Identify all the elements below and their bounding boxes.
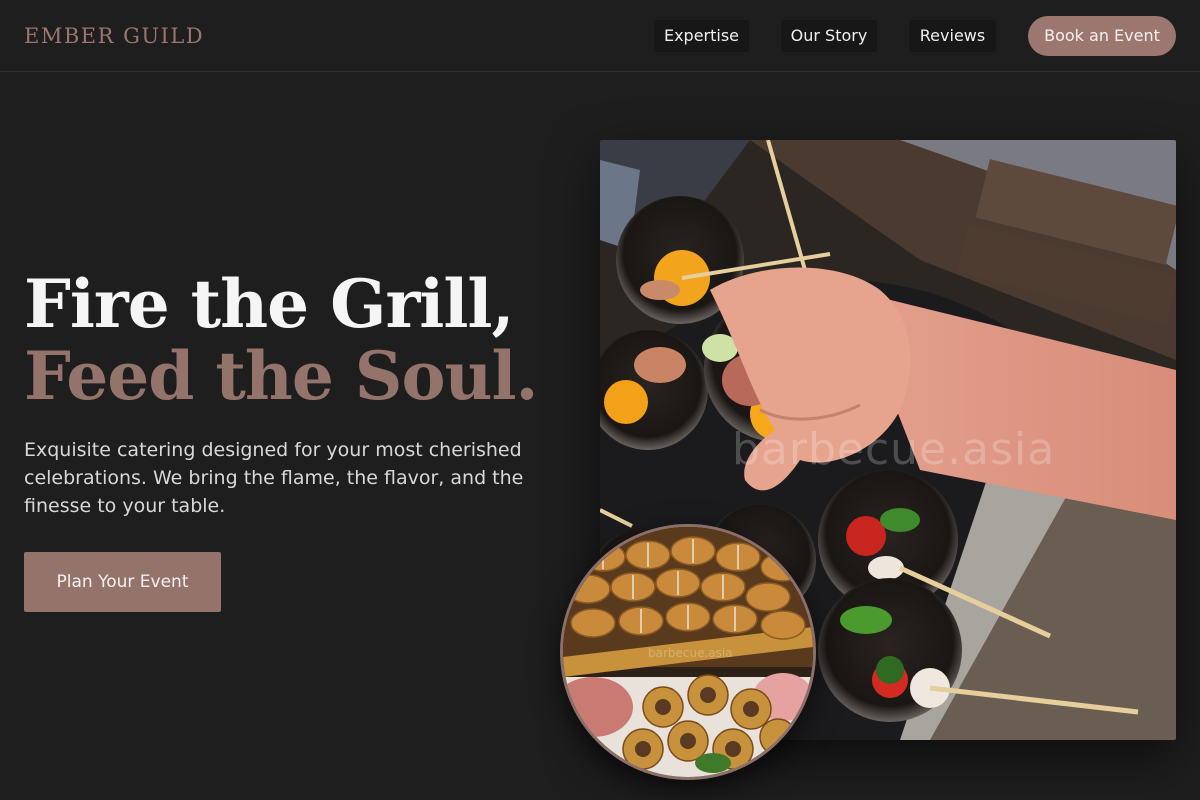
nav-link-expertise[interactable]: Expertise <box>654 20 749 52</box>
inset-photo-pastries <box>560 524 816 780</box>
hero-headline: Fire the Grill, Feed the Soul. <box>24 268 564 412</box>
hero-description: Exquisite catering designed for your mos… <box>24 439 524 517</box>
plan-event-button[interactable]: Plan Your Event <box>24 552 221 612</box>
site-header: EMBER GUILD Expertise Our Story Reviews … <box>0 0 1200 72</box>
brand-logo[interactable]: EMBER GUILD <box>24 24 204 48</box>
book-event-button[interactable]: Book an Event <box>1028 16 1176 56</box>
nav-link-our-story[interactable]: Our Story <box>781 20 877 52</box>
headline-line-2: Feed the Soul. <box>24 337 539 415</box>
headline-line-1: Fire the Grill, <box>24 265 514 343</box>
pastries-illustration <box>563 527 813 777</box>
nav-link-reviews[interactable]: Reviews <box>909 20 996 52</box>
